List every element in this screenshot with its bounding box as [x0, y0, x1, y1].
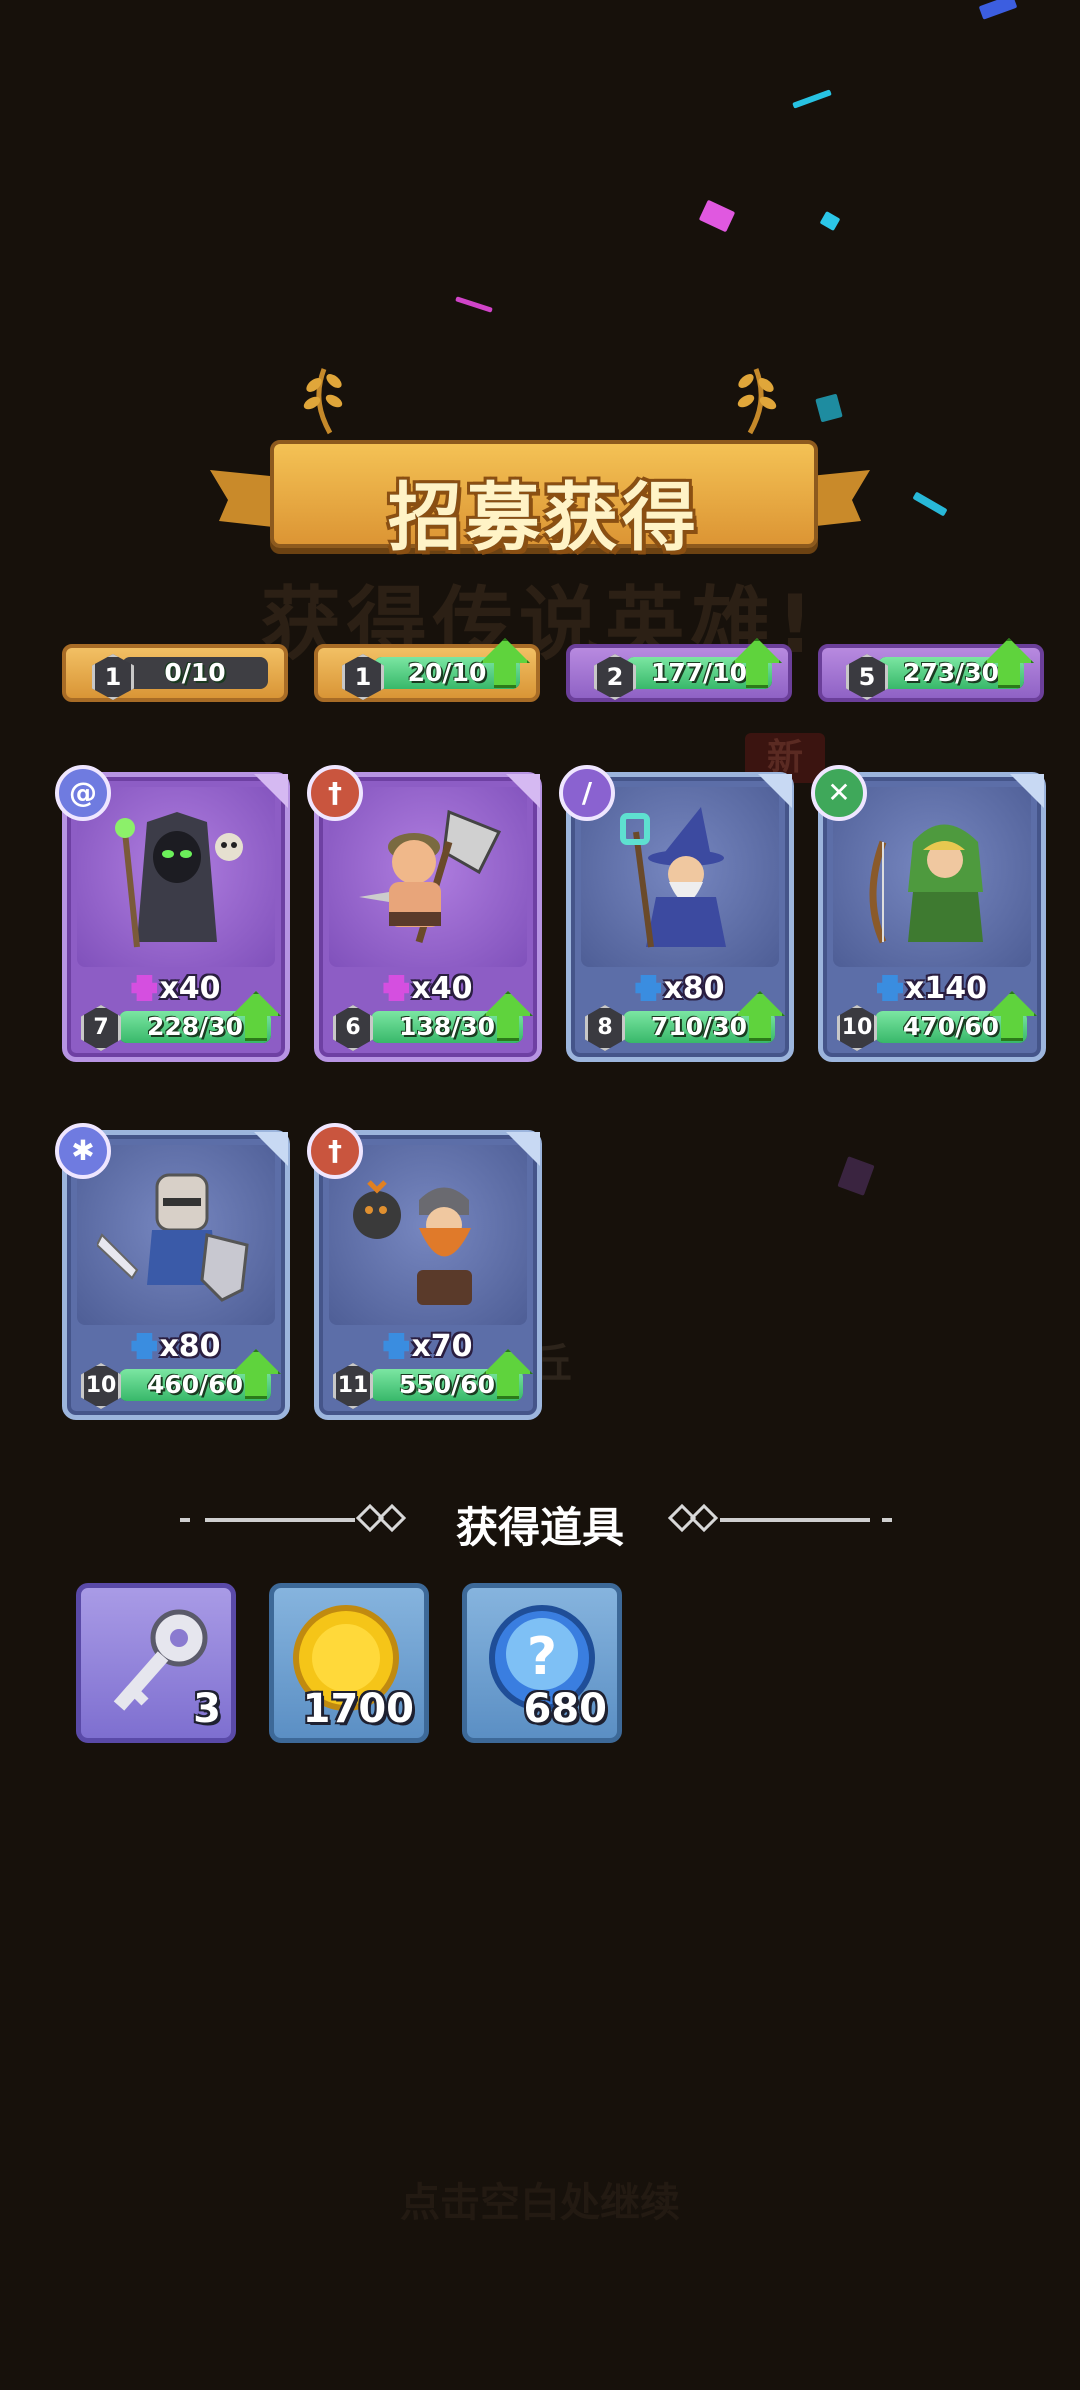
item-key[interactable]: 3	[76, 1583, 236, 1743]
top-row-bar: 0/10 1	[62, 644, 288, 702]
necromancer-portrait	[115, 812, 243, 948]
svg-text:?: ?	[527, 1627, 557, 1687]
confetti-piece	[819, 210, 841, 232]
top-row-bar: 20/10 1	[314, 638, 540, 702]
banner-title: 招募获得	[388, 475, 700, 561]
banner-plate: 招募获得	[270, 440, 818, 561]
items-section-header: 获得道具	[0, 1490, 1080, 1552]
barbarian-portrait	[359, 809, 502, 944]
tap-to-continue-hint[interactable]: 点击空白处继续	[0, 2170, 1080, 2228]
class-staff-icon: /	[559, 765, 615, 821]
divider-line-right	[720, 1518, 870, 1522]
ranger-portrait	[869, 824, 983, 944]
dwarf-portrait	[353, 1180, 472, 1305]
class-bow-icon: ✕	[811, 765, 867, 821]
puzzle-shard-icon	[877, 975, 903, 1001]
progress-text: 0/10	[164, 658, 226, 687]
item-mystery-orb[interactable]: ? 680	[462, 1583, 622, 1743]
top-row-bar: 177/10 2	[566, 638, 792, 702]
hero-card-dwarf[interactable]: † x70 550/60 11	[307, 1123, 542, 1420]
hero-card-wizard[interactable]: / x80 710/30 8	[559, 765, 794, 1062]
shard-count-text: x140	[905, 971, 987, 1006]
level-hex: 10	[837, 1005, 877, 1051]
level-hex: 8	[585, 1005, 625, 1051]
shard-count-text: x80	[159, 1329, 221, 1364]
puzzle-shard-icon	[383, 975, 410, 1001]
hero-level-bar: 710/30 8	[579, 991, 785, 1051]
shard-count-text: x40	[159, 971, 221, 1006]
progress-track: 0/10	[122, 657, 268, 689]
confetti-piece	[912, 491, 948, 517]
level-hex: 7	[81, 1005, 121, 1051]
laurel-right-icon	[737, 368, 777, 435]
wizard-portrait	[620, 807, 726, 948]
class-spiral-icon: @	[55, 765, 111, 821]
top-row-bar: 273/30 5	[818, 638, 1044, 702]
hero-level-bar: 470/60 10	[831, 991, 1037, 1051]
item-gold[interactable]: 1700	[269, 1583, 429, 1743]
recruit-banner: 招募获得	[210, 365, 870, 561]
hero-card-barbarian[interactable]: † x40 138/30 6	[307, 765, 542, 1062]
hero-card-ranger[interactable]: ✕ x140 470/60 10	[811, 765, 1046, 1062]
level-hex: 6	[333, 1005, 373, 1051]
items-section-title: 获得道具	[455, 1503, 624, 1552]
shard-count-text: x80	[663, 971, 725, 1006]
shard-count-text: x70	[411, 1329, 473, 1364]
shard-count-text: x40	[411, 971, 473, 1006]
hero-card-knight[interactable]: ✱ x80 460/60 10	[55, 1123, 290, 1420]
hero-level-bar: 138/30 6	[327, 991, 533, 1051]
knight-portrait	[97, 1173, 249, 1302]
item-count: 1700	[302, 1686, 414, 1732]
level-hex: 10	[81, 1363, 121, 1409]
item-count: 680	[523, 1686, 608, 1732]
hero-level-bar: 460/60 10	[75, 1349, 281, 1409]
puzzle-shard-icon	[383, 1333, 410, 1359]
hero-level-bar: 550/60 11	[327, 1349, 533, 1409]
class-sword-icon: †	[307, 1123, 363, 1179]
puzzle-shard-icon	[131, 1333, 158, 1359]
confetti-piece	[698, 199, 736, 233]
confetti-piece	[455, 296, 493, 313]
hero-level-bar: 228/30 7	[75, 991, 281, 1051]
puzzle-shard-icon	[635, 975, 662, 1001]
hero-card-necromancer[interactable]: @ x40 228/30 7	[55, 765, 290, 1062]
confetti-piece	[837, 1156, 875, 1196]
item-count: 3	[193, 1686, 221, 1732]
level-hex: 11	[333, 1363, 373, 1409]
laurel-left-icon	[303, 368, 343, 435]
class-sword-icon: †	[307, 765, 363, 821]
divider-line-right	[882, 1518, 892, 1522]
puzzle-shard-icon	[131, 975, 158, 1001]
class-paw-icon: ✱	[55, 1123, 111, 1179]
confetti-piece	[978, 0, 1018, 20]
confetti-piece	[792, 89, 832, 109]
